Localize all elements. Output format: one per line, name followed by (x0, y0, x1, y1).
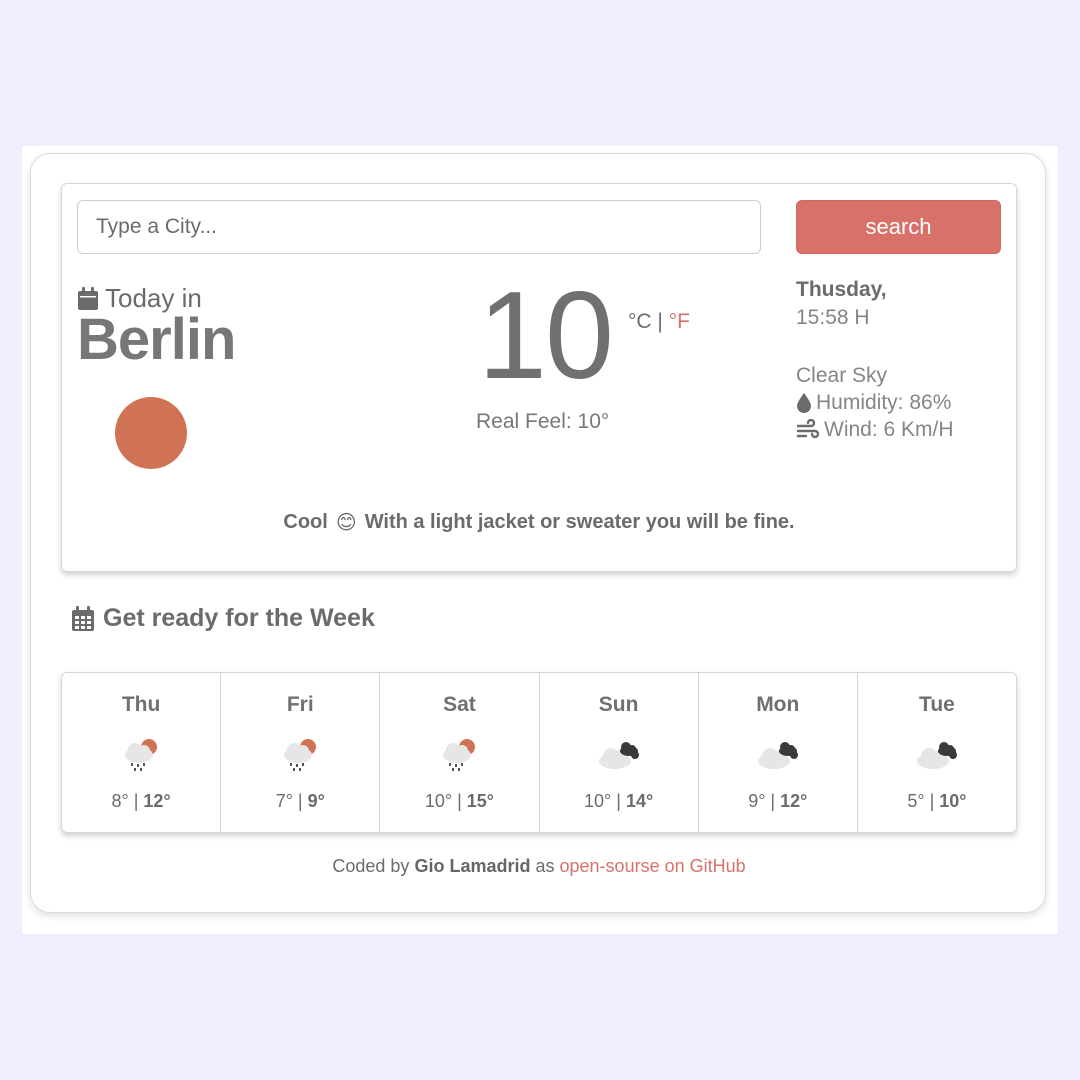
tip-lead: Cool (283, 511, 328, 533)
city-name: Berlin (77, 307, 236, 372)
search-button[interactable]: search (796, 200, 1001, 254)
humidity: Humidity: 86% (796, 391, 951, 415)
footer-prefix: Coded by (332, 856, 410, 876)
rain-cloud-sun-icon (284, 739, 317, 771)
celsius-link[interactable]: °C (628, 310, 652, 333)
wind: Wind: 6 Km/H (796, 418, 954, 442)
current-temperature: 10 (478, 267, 614, 405)
city-search-input[interactable] (77, 200, 761, 254)
forecast-max: 12° (780, 791, 808, 811)
forecast-min: 5° (907, 791, 925, 811)
cloudy-icon (598, 742, 639, 769)
forecast-min: 8° (111, 791, 129, 811)
wind-icon (796, 419, 820, 439)
real-feel: Real Feel: 10° (476, 410, 610, 433)
calendar-week-icon (72, 605, 94, 631)
fahrenheit-link[interactable]: °F (669, 310, 690, 333)
forecast-day: Mon 9° | 12° (699, 673, 858, 832)
current-day: Thusday, (796, 278, 887, 301)
smile-emoji-icon: 😊 (335, 512, 357, 534)
footer-middle: as (535, 856, 555, 876)
forecast-min: 10° (424, 791, 453, 811)
forecast-day: Sun 10° | 14° (540, 673, 699, 832)
week-heading: Get ready for the Week (71, 604, 375, 633)
forecast-max: 14° (625, 791, 654, 811)
forecast-day: Fri 7° | 9° (221, 673, 381, 832)
clothing-tip: Cool 😊 With a light jacket or sweater yo… (62, 510, 1016, 535)
forecast-temps: 5° | 10° (907, 791, 967, 811)
forecast-temps: 10° | 14° (584, 791, 654, 811)
humidity-text: Humidity: 86% (816, 391, 952, 414)
forecast-max: 15° (466, 791, 494, 811)
forecast-day-name: Tue (919, 693, 955, 716)
tip-text: With a light jacket or sweater you will … (364, 511, 795, 533)
weekly-forecast: Thu 8° | 12° Fri 7° | 9° Sat 10° | 15° S… (61, 672, 1017, 833)
forecast-max: 10° (939, 791, 967, 811)
forecast-day-name: Thu (121, 693, 161, 716)
forecast-day: Sat 10° | 15° (380, 673, 540, 832)
current-time: 15:58 H (796, 306, 870, 329)
footer: Coded by Gio Lamadrid as open-sourse on … (31, 856, 1047, 877)
unit-separator: | (657, 310, 663, 333)
forecast-temps: 7° | 9° (275, 791, 325, 811)
forecast-temps: 8° | 12° (111, 791, 171, 811)
forecast-day-name: Mon (756, 693, 800, 716)
wind-text: Wind: 6 Km/H (824, 418, 954, 441)
forecast-max: 12° (143, 791, 171, 811)
cloudy-icon (916, 742, 957, 769)
forecast-min: 7° (275, 791, 293, 811)
rain-cloud-sun-icon (443, 739, 476, 771)
unit-switch: °C | °F (628, 310, 690, 334)
week-title: Get ready for the Week (103, 604, 375, 632)
cloudy-icon (757, 742, 798, 769)
forecast-day-name: Sun (598, 693, 639, 716)
weather-description: Clear Sky (796, 364, 888, 387)
forecast-day: Tue 5° | 10° (858, 673, 1016, 832)
forecast-day: Thu 8° | 12° (62, 673, 222, 832)
page-frame: search Today in Berlin 10 °C | °F Real F… (22, 146, 1058, 934)
forecast-day-name: Fri (286, 693, 314, 716)
forecast-min: 10° (584, 791, 612, 811)
forecast-temps: 9° | 12° (748, 791, 808, 811)
footer-author: Gio Lamadrid (414, 856, 531, 876)
droplet-icon (797, 393, 811, 413)
forecast-temps: 10° | 15° (424, 791, 494, 811)
weather-card: search Today in Berlin 10 °C | °F Real F… (30, 153, 1046, 913)
forecast-min: 9° (748, 791, 766, 811)
today-panel: search Today in Berlin 10 °C | °F Real F… (61, 183, 1017, 572)
rain-cloud-sun-icon (125, 739, 158, 771)
forecast-max: 9° (307, 791, 325, 811)
github-link[interactable]: open-sourse on GitHub (560, 856, 746, 876)
sun-icon (115, 397, 187, 469)
forecast-day-name: Sat (443, 693, 476, 716)
